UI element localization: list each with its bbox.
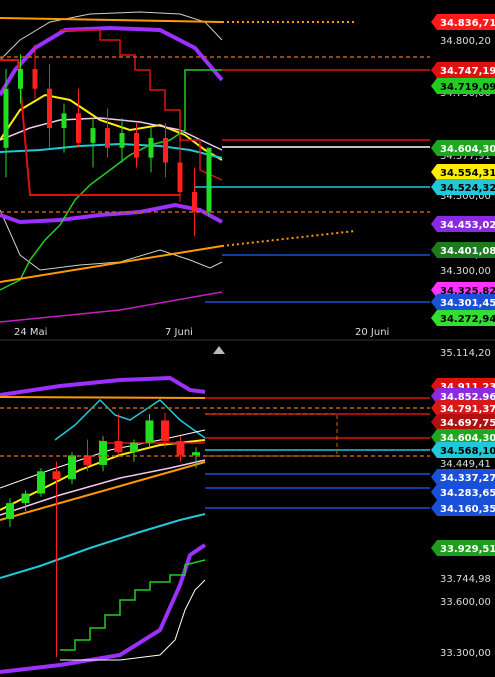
lower-price-tag-label: 33.929,51	[440, 544, 495, 555]
upper-price-tag-label: 34.836,71	[440, 18, 495, 29]
upper-price-tag-label: 34.719,09	[440, 82, 495, 93]
upper-candle-body	[148, 137, 154, 158]
lower-price-tag: 34.568,10	[431, 442, 495, 458]
lower-price-tag: 34.337,27	[431, 469, 495, 485]
upper-price-tag: 34.554,31	[431, 164, 495, 180]
lower-candle-body	[161, 420, 169, 442]
lower-price-tag-label: 34.568,10	[440, 446, 495, 457]
chart-background	[0, 0, 495, 677]
upper-candle-body	[61, 113, 67, 129]
lower-axis-tick-label: 33.744,98	[440, 574, 491, 585]
upper-price-tag: 34.836,71	[431, 14, 495, 30]
upper-candle-body	[134, 133, 139, 158]
lower-candle-body	[6, 503, 14, 519]
lower-orange-top-line	[0, 396, 206, 399]
upper-candle-body	[47, 88, 52, 129]
upper-price-tag-label: 34.301,45	[440, 298, 495, 309]
upper-candle-body	[177, 162, 183, 193]
upper-price-tag-label: 34.554,31	[440, 168, 495, 179]
date-label-24-mai: 24 Mai	[14, 327, 47, 338]
upper-price-tag-label: 34.272,94	[440, 314, 495, 325]
upper-price-tag-label: 34.747,19	[440, 66, 495, 77]
lower-candle-body	[99, 441, 107, 465]
lower-axis-tick-label: 33.300,00	[440, 648, 491, 659]
lower-price-tag: 34.160,35	[431, 500, 495, 516]
lower-candle-body	[192, 452, 200, 456]
upper-candle-body	[105, 128, 110, 148]
upper-candle-body	[192, 192, 197, 212]
lower-candle-body	[130, 442, 138, 453]
lower-price-tag-label: 34.697,75	[440, 418, 495, 429]
upper-candle-body	[18, 69, 23, 89]
lower-candle-body	[176, 441, 185, 456]
upper-candle-body	[3, 88, 9, 148]
chart-stage: 34.800,2034.750,0034.577,9134.500,0034.3…	[0, 0, 495, 677]
upper-price-tag: 34.719,09	[431, 78, 495, 94]
upper-candle-body	[90, 128, 96, 143]
upper-candle-body	[206, 147, 212, 212]
lower-candle-body	[68, 455, 76, 480]
upper-price-tag-label: 34.453,02	[440, 220, 495, 231]
upper-axis-tick-label: 34.800,20	[440, 36, 491, 47]
upper-price-tag: 34.453,02	[431, 216, 495, 232]
lower-candle-body	[21, 493, 30, 504]
upper-candle-body	[32, 69, 38, 89]
lower-price-tag: 33.929,51	[431, 540, 495, 556]
lower-price-tag: 34.283,65	[431, 484, 495, 500]
upper-price-tag: 34.524,32	[431, 179, 495, 195]
lower-candle-body	[114, 441, 123, 453]
upper-price-tag-label: 34.401,08	[440, 246, 495, 257]
lower-axis-tick-label: 34.449,41	[440, 459, 491, 470]
upper-price-tag: 34.401,08	[431, 242, 495, 258]
lower-candle-body	[52, 471, 61, 480]
lower-price-tag: 34.791,37	[431, 400, 495, 416]
lower-price-tag-label: 34.337,27	[440, 473, 495, 484]
lower-price-tag-label: 34.283,65	[440, 488, 495, 499]
lower-candle-body	[83, 455, 92, 465]
upper-axis-tick-label: 34.300,00	[440, 266, 491, 277]
upper-price-tag: 34.301,45	[431, 294, 495, 310]
upper-price-tag: 34.604,30	[431, 140, 495, 156]
date-label-7-juni: 7 Juni	[165, 327, 193, 338]
lower-axis-tick-label: 35.114,20	[440, 348, 491, 359]
upper-price-tag: 34.272,94	[431, 310, 495, 326]
lower-price-tag: 34.697,75	[431, 414, 495, 430]
upper-price-tag-label: 34.524,32	[440, 183, 495, 194]
lower-price-tag-label: 34.160,35	[440, 504, 495, 515]
lower-candle-body	[37, 471, 45, 494]
upper-price-tag-label: 34.604,30	[440, 144, 495, 155]
upper-candle-body	[76, 113, 81, 143]
upper-price-tag: 34.747,19	[431, 62, 495, 78]
lower-candle-body	[145, 420, 154, 443]
upper-candle-body	[163, 137, 168, 163]
date-label-20-juni: 20 Juni	[355, 327, 389, 338]
upper-candle-body	[119, 133, 125, 148]
lower-axis-tick-label: 33.600,00	[440, 597, 491, 608]
lower-price-tag-label: 34.791,37	[440, 404, 495, 415]
